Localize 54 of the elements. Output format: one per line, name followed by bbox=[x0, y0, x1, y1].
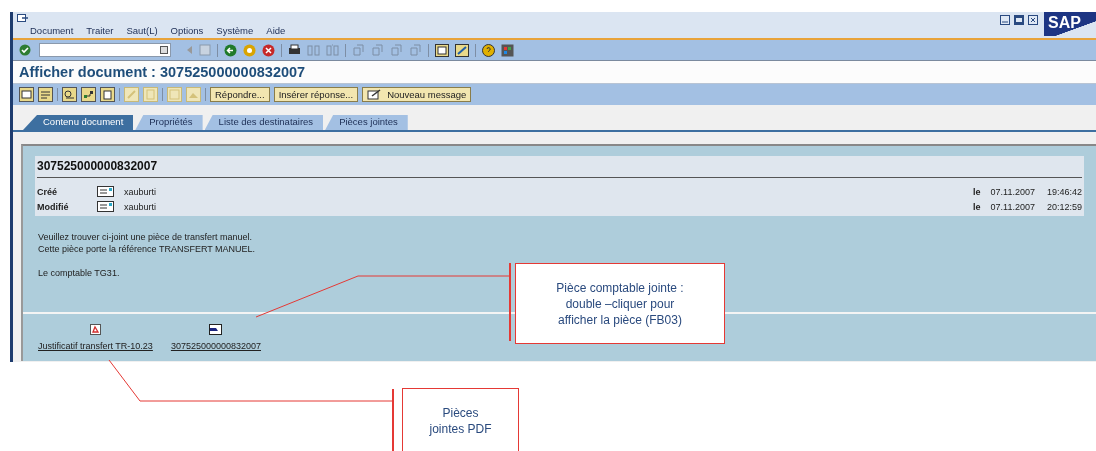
back-icon[interactable] bbox=[224, 43, 237, 57]
time-value: 20:12:59 bbox=[1046, 201, 1082, 212]
action-button[interactable]: Répondre... bbox=[210, 87, 270, 102]
date-prefix: le bbox=[973, 186, 981, 197]
sap-logo: SAP bbox=[1044, 12, 1096, 36]
printer-icon[interactable] bbox=[288, 44, 301, 56]
attachment-link[interactable]: 307525000000832007 bbox=[170, 341, 261, 351]
menu-item[interactable]: Aide bbox=[266, 25, 286, 36]
tab[interactable]: Pièces jointes bbox=[325, 115, 408, 130]
date-value: 07.11.2007 bbox=[990, 201, 1035, 212]
callout-note: Pièces jointes PDF bbox=[402, 388, 519, 451]
settings-icon[interactable] bbox=[501, 43, 514, 57]
window-icon[interactable] bbox=[435, 43, 449, 57]
system-menu-icon[interactable] bbox=[17, 14, 29, 24]
document-number: 307525000000832007 bbox=[37, 159, 1082, 178]
message-line: Le comptable TG31. bbox=[38, 268, 120, 280]
document-icon[interactable] bbox=[209, 324, 223, 335]
cancel-icon[interactable] bbox=[262, 43, 275, 57]
tab[interactable]: Propriétés bbox=[135, 115, 203, 130]
callout-note: Pièce comptable jointe : double –cliquer pour afficher la pièce (FB03) bbox=[515, 263, 725, 344]
screen-title: Afficher document : 307525000000832007 bbox=[19, 64, 306, 80]
help-icon[interactable] bbox=[482, 43, 495, 57]
letter-icon[interactable] bbox=[38, 87, 53, 102]
close-icon[interactable] bbox=[1028, 15, 1038, 25]
message-line: Cette pièce porte la référence TRANSFERT MANUEL. bbox=[38, 244, 256, 256]
tab[interactable]: Liste des destinataires bbox=[204, 115, 324, 130]
menu-item[interactable]: Système bbox=[216, 25, 254, 36]
hierarchy-icon[interactable] bbox=[81, 87, 96, 102]
user-name: xauburti bbox=[124, 201, 157, 212]
attachment-link[interactable]: Justificatif transfert TR-10.23 bbox=[38, 341, 153, 351]
pen-icon bbox=[367, 89, 382, 100]
field-label: Créé bbox=[37, 186, 58, 197]
dropdown-icon[interactable] bbox=[160, 46, 168, 54]
user-card-icon[interactable] bbox=[97, 186, 114, 197]
message-line: Veuillez trouver ci-joint une pièce de transfert manuel. bbox=[38, 232, 253, 244]
date-value: 07.11.2007 bbox=[990, 186, 1035, 197]
menu-item[interactable]: Options bbox=[170, 25, 204, 36]
check-icon[interactable] bbox=[19, 44, 31, 56]
pdf-icon[interactable] bbox=[89, 324, 101, 335]
new-message-button[interactable]: Nouveau message bbox=[362, 87, 472, 102]
tab[interactable]: Contenu document bbox=[23, 115, 134, 130]
user-card-icon[interactable] bbox=[97, 201, 114, 212]
user-name: xauburti bbox=[124, 186, 157, 197]
time-value: 19:46:42 bbox=[1046, 186, 1082, 197]
menu-item[interactable]: Traiter bbox=[86, 25, 114, 36]
minimize-icon[interactable] bbox=[1000, 15, 1010, 25]
command-field[interactable] bbox=[39, 43, 171, 57]
maximize-icon[interactable] bbox=[1014, 15, 1024, 25]
date-prefix: le bbox=[973, 201, 981, 212]
menu-item[interactable]: Document bbox=[30, 25, 74, 36]
action-button[interactable]: Insérer réponse... bbox=[273, 87, 359, 102]
menu-item[interactable]: Saut(L) bbox=[126, 25, 158, 36]
field-label: Modifié bbox=[37, 201, 70, 212]
layout-icon[interactable] bbox=[455, 43, 469, 57]
